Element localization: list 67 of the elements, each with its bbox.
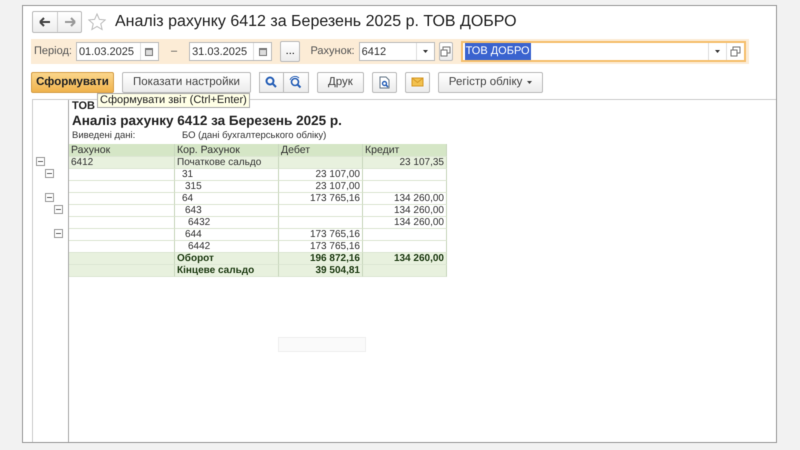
collapse-icon[interactable]: [36, 157, 45, 166]
collapse-icon[interactable]: [54, 229, 63, 238]
envelope-icon: [410, 76, 424, 89]
collapse-icon[interactable]: [45, 169, 54, 178]
corr-account-cell: 6432: [175, 217, 279, 229]
copy-icon[interactable]: [440, 46, 452, 57]
period-label: Період:: [34, 44, 72, 60]
account-cell: 6412: [69, 157, 175, 169]
back-icon: [39, 16, 51, 26]
debit-cell: 23 107,00: [279, 181, 363, 193]
credit-cell: 134 260,00: [363, 205, 447, 217]
copy-icon[interactable]: [730, 46, 741, 57]
debit-cell: 196 872,16: [279, 253, 363, 265]
debit-cell: 23 107,00: [279, 169, 363, 181]
settings-button[interactable]: Показати настройки: [122, 72, 251, 93]
corr-account-cell: Початкове сальдо: [175, 157, 279, 169]
tooltip: Сформувати звіт (Ctrl+Enter): [97, 93, 250, 108]
more-button[interactable]: ...: [280, 41, 300, 62]
calendar-icon[interactable]: [144, 46, 154, 56]
corr-account-cell: 644: [175, 229, 279, 241]
credit-cell: 23 107,35: [363, 157, 447, 169]
search-icon: [264, 76, 278, 89]
credit-cell: 134 260,00: [363, 193, 447, 205]
dash-text: –: [170, 44, 178, 60]
account-picker[interactable]: 6412: [358, 42, 435, 61]
document-search-icon: [378, 76, 391, 89]
corr-account-cell: 643: [175, 205, 279, 217]
credit-cell: 134 260,00: [363, 217, 447, 229]
star-icon[interactable]: [88, 12, 106, 30]
debit-cell: 39 504,81: [279, 265, 363, 277]
register-dropdown[interactable]: Регістр обліку: [438, 72, 544, 93]
data-value: БО (дані бухгалтерського обліку): [182, 130, 326, 142]
company-name: ТОВ: [72, 101, 96, 112]
forward-icon: [64, 16, 76, 26]
generate-button[interactable]: Сформувати: [31, 72, 114, 93]
caret-icon[interactable]: [714, 49, 721, 54]
date-picker[interactable]: 31.03.2025: [189, 42, 272, 61]
total-label: Кінцеве сальдо: [175, 265, 279, 277]
date-picker[interactable]: 01.03.2025: [76, 42, 159, 61]
corr-account-cell: 31: [175, 169, 279, 181]
caret-icon[interactable]: [422, 49, 429, 54]
caret-icon: [527, 80, 532, 84]
column-header: Кредит: [363, 144, 447, 157]
window-title: Аналіз рахунку 6412 за Березень 2025 р. ТОВ ДОБРО: [115, 12, 517, 32]
preview-button[interactable]: [372, 72, 397, 93]
total-label: Оборот: [175, 253, 279, 265]
account-input[interactable]: 6412: [360, 43, 416, 60]
search-button[interactable]: [258, 72, 284, 93]
data-label: Виведені дані:: [72, 130, 136, 142]
collapse-icon[interactable]: [45, 193, 54, 202]
date-input[interactable]: 31.03.2025: [190, 43, 254, 60]
organization-field[interactable]: ТОВ ДОБРО: [460, 41, 746, 62]
calendar-icon[interactable]: [258, 46, 268, 56]
corr-account-cell: 64: [175, 193, 279, 205]
column-header: Дебет: [279, 144, 363, 157]
credit-cell: 134 260,00: [363, 253, 447, 265]
column-header: Рахунок: [69, 144, 175, 157]
search-next-button[interactable]: [284, 72, 309, 93]
column-header: Кор. Рахунок: [175, 144, 279, 157]
report-title: Аналіз рахунку 6412 за Березень 2025 р.: [72, 112, 343, 130]
collapse-icon[interactable]: [54, 205, 63, 214]
print-button[interactable]: Друк: [316, 72, 364, 93]
date-input[interactable]: 01.03.2025: [76, 43, 140, 60]
debit-cell: 173 765,16: [279, 229, 363, 241]
debit-cell: 173 765,16: [279, 193, 363, 205]
corr-account-cell: 315: [175, 181, 279, 193]
account-label: Рахунок:: [310, 44, 355, 60]
